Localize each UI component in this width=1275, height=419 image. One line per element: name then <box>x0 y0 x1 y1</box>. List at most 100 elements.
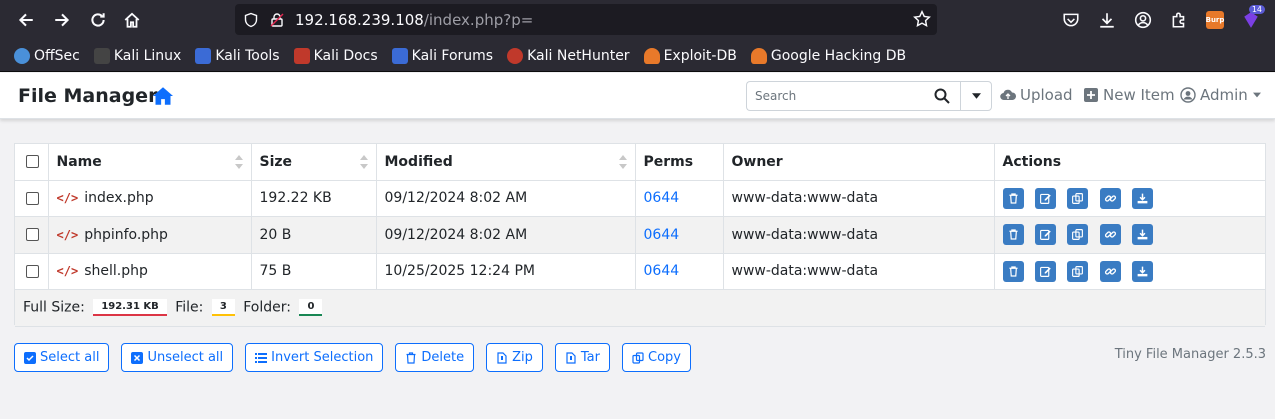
edit-icon <box>1040 230 1051 241</box>
insecure-lock-icon[interactable] <box>269 12 285 28</box>
unselect-all-button[interactable]: Unselect all <box>121 343 234 372</box>
download-action-button[interactable] <box>1132 260 1154 282</box>
file-modified: 09/12/2024 8:02 AM <box>376 180 636 217</box>
file-name[interactable]: index.php <box>84 190 153 206</box>
column-header-size[interactable]: Size <box>251 144 377 180</box>
app-header: File Manager Upload New Item Admin <box>0 73 1275 119</box>
bookmark-label: Google Hacking DB <box>770 47 907 64</box>
kali-forums-icon <box>391 47 408 64</box>
address-bar[interactable]: 192.168.239.108/index.php?p= <box>235 4 937 35</box>
delete-action-button[interactable] <box>1002 260 1024 282</box>
copy-icon <box>1072 229 1084 241</box>
delete-action-button[interactable] <box>1002 224 1024 246</box>
edit-action-button[interactable] <box>1034 260 1056 282</box>
link-action-button[interactable] <box>1099 224 1121 246</box>
bookmark-kali-docs[interactable]: Kali Docs <box>293 47 378 64</box>
download-icon <box>1137 193 1148 204</box>
kali-dragon-icon <box>93 47 110 64</box>
file-owner: www-data:www-data <box>723 253 995 290</box>
account-icon[interactable] <box>1125 2 1161 38</box>
extensions-icon[interactable] <box>1161 2 1197 38</box>
file-name[interactable]: phpinfo.php <box>84 227 168 243</box>
bookmark-label: OffSec <box>34 47 80 64</box>
select-all-checkbox[interactable] <box>26 155 39 169</box>
bookmark-exploit-db[interactable]: Exploit-DB <box>643 47 737 64</box>
file-name-cell[interactable]: </> shell.php <box>48 253 252 290</box>
downloads-icon[interactable] <box>1089 2 1125 38</box>
bookmark-star-icon[interactable] <box>913 9 931 28</box>
download-action-button[interactable] <box>1132 187 1154 209</box>
home-button[interactable] <box>115 3 149 37</box>
tar-button[interactable]: Tar <box>554 343 610 372</box>
file-size: 20 B <box>251 216 377 253</box>
home-icon[interactable] <box>153 87 173 105</box>
copy-action-button[interactable] <box>1067 187 1089 209</box>
copy-button[interactable]: Copy <box>622 343 691 372</box>
link-action-button[interactable] <box>1099 260 1121 282</box>
reload-button[interactable] <box>81 3 115 37</box>
file-perms-cell: 0644 <box>635 253 724 290</box>
file-name-cell[interactable]: </> phpinfo.php <box>48 216 252 253</box>
bookmark-google-hacking-db[interactable]: Google Hacking DB <box>750 47 907 64</box>
offsec-icon <box>14 47 30 64</box>
file-perms-link[interactable]: 0644 <box>644 263 680 279</box>
copy-icon <box>1072 192 1084 204</box>
download-action-button[interactable] <box>1132 224 1154 246</box>
brand-title[interactable]: File Manager <box>18 85 157 107</box>
copy-action-button[interactable] <box>1067 224 1089 246</box>
browser-toolbar: 192.168.239.108/index.php?p= Burp 14 <box>0 0 1275 40</box>
column-header-modified[interactable]: Modified <box>376 144 636 180</box>
copy-action-button[interactable] <box>1067 260 1089 282</box>
search-icon[interactable] <box>924 81 960 111</box>
bookmark-kali-linux[interactable]: Kali Linux <box>93 47 181 64</box>
file-actions <box>994 253 1265 290</box>
download-icon <box>1137 266 1148 277</box>
file-modified: 10/25/2025 12:24 PM <box>376 253 636 290</box>
row-checkbox[interactable] <box>26 264 39 278</box>
bookmark-kali-forums[interactable]: Kali Forums <box>391 47 494 64</box>
bookmark-label: Kali Forums <box>411 47 494 64</box>
delete-label: Delete <box>421 350 465 365</box>
shield-icon[interactable] <box>243 12 259 28</box>
row-checkbox[interactable] <box>26 228 39 242</box>
invert-selection-button[interactable]: Invert Selection <box>245 343 384 372</box>
forward-button[interactable] <box>45 3 79 37</box>
file-name-cell[interactable]: </> index.php <box>48 180 252 217</box>
burp-extension-icon[interactable]: Burp <box>1197 2 1233 38</box>
cloud-upload-icon <box>1000 89 1016 101</box>
edit-action-button[interactable] <box>1034 224 1056 246</box>
admin-menu[interactable]: Admin <box>1180 86 1265 104</box>
table-row: </> phpinfo.php 20 B 09/12/2024 8:02 AM 0… <box>15 216 1265 253</box>
php-file-icon: </> <box>56 264 79 279</box>
link-action-button[interactable] <box>1099 187 1121 209</box>
link-icon <box>1104 268 1116 275</box>
column-header-owner: Owner <box>723 144 995 180</box>
row-checkbox[interactable] <box>26 191 39 205</box>
trash-icon <box>1008 266 1018 277</box>
file-perms-link[interactable]: 0644 <box>644 190 680 206</box>
edit-action-button[interactable] <box>1034 187 1056 209</box>
delete-button[interactable]: Delete <box>395 343 475 372</box>
delete-action-button[interactable] <box>1002 187 1024 209</box>
edit-icon <box>1040 266 1051 277</box>
column-label: Size <box>259 153 293 170</box>
column-header-name[interactable]: Name <box>48 144 252 180</box>
file-name[interactable]: shell.php <box>84 263 148 279</box>
version-text[interactable]: Tiny File Manager 2.5.3 <box>1115 347 1266 362</box>
back-button[interactable] <box>9 3 43 37</box>
bookmark-offsec[interactable]: OffSec <box>14 47 80 64</box>
link-icon <box>1104 195 1116 202</box>
tar-label: Tar <box>580 350 600 365</box>
purple-extension-icon[interactable]: 14 <box>1233 2 1269 38</box>
bookmark-kali-nethunter[interactable]: Kali NetHunter <box>507 47 630 64</box>
file-perms-link[interactable]: 0644 <box>644 227 680 243</box>
select-all-button[interactable]: Select all <box>14 343 110 372</box>
column-label: Actions <box>1002 153 1062 170</box>
bookmark-kali-tools[interactable]: Kali Tools <box>195 47 280 64</box>
upload-link[interactable]: Upload <box>1000 86 1073 104</box>
bookmark-label: Kali Tools <box>215 47 280 64</box>
new-item-link[interactable]: New Item <box>1083 86 1175 104</box>
search-dropdown-toggle[interactable] <box>960 81 992 111</box>
pocket-icon[interactable] <box>1053 2 1089 38</box>
zip-button[interactable]: Zip <box>486 343 543 372</box>
